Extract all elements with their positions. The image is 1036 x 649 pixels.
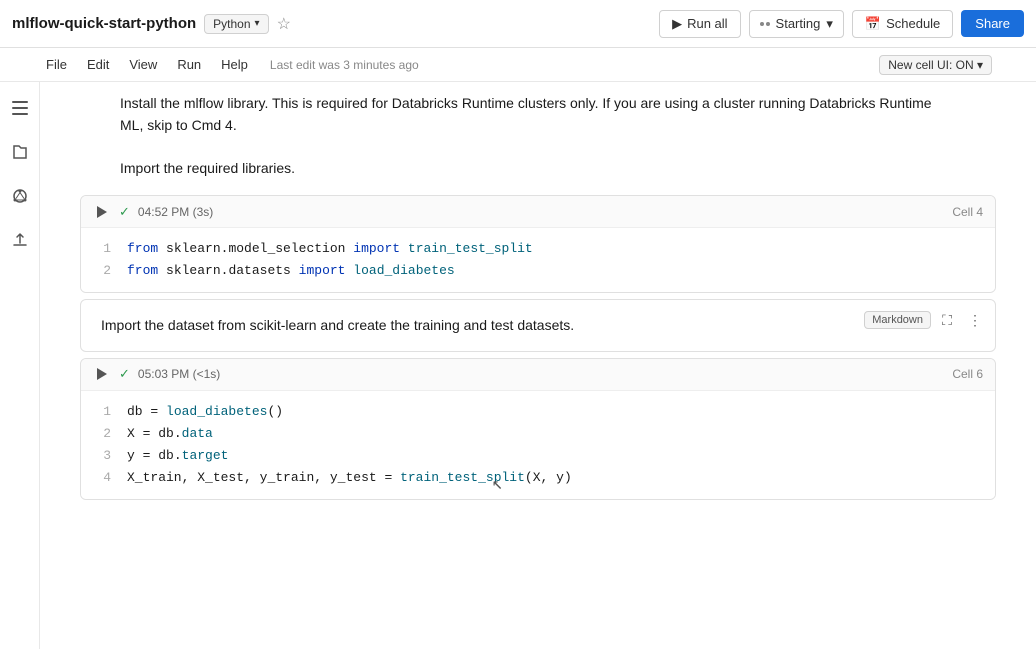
header: mlflow-quick-start-python Python ▾ ☆ ▶ R…	[0, 0, 1036, 48]
share-button[interactable]: Share	[961, 10, 1024, 37]
code-cell-6-header: ✓ 05:03 PM (<1s) Cell 6	[81, 359, 995, 391]
markdown-text: Import the dataset from scikit-learn and…	[101, 317, 574, 333]
python-label: Python	[213, 17, 250, 31]
new-cell-ui-button[interactable]: New cell UI: ON ▾	[879, 55, 992, 75]
last-edit-text: Last edit was 3 minutes ago	[270, 58, 419, 72]
notebook-area: Install the mlflow library. This is requ…	[40, 82, 1036, 649]
chevron-down-icon: ▾	[977, 58, 983, 72]
markdown-badge[interactable]: Markdown	[864, 311, 931, 329]
text-cell-1-content: Install the mlflow library. This is requ…	[120, 92, 956, 137]
text-cell-1: Install the mlflow library. This is requ…	[40, 82, 1036, 147]
menubar: File Edit View Run Help Last edit was 3 …	[0, 48, 1036, 82]
menu-view[interactable]: View	[127, 53, 159, 76]
line-1: 1 from sklearn.model_selection import tr…	[97, 238, 979, 260]
play-icon: ▶	[672, 16, 682, 32]
menubar-left: File Edit View Run Help Last edit was 3 …	[44, 53, 419, 76]
success-icon: ✓	[119, 204, 130, 220]
line-2: 2 from sklearn.datasets import load_diab…	[97, 260, 979, 282]
code-line-2: 2 X = db.data	[97, 423, 979, 445]
code-cell-6-body[interactable]: 1 db = load_diabetes() 2 X = db.data 3 y…	[81, 391, 995, 499]
chevron-down-icon: ▾	[255, 18, 260, 29]
code-line-3: 3 y = db.target	[97, 445, 979, 467]
code-line-1: 1 db = load_diabetes()	[97, 401, 979, 423]
menu-run[interactable]: Run	[175, 53, 203, 76]
run-cell-4-button[interactable]	[93, 203, 111, 221]
code-cell-4[interactable]: ✓ 04:52 PM (3s) Cell 4 1 from sklearn.mo…	[80, 195, 996, 293]
python-badge-button[interactable]: Python ▾	[204, 14, 268, 34]
more-options-icon[interactable]: ⋮	[963, 308, 987, 332]
main-layout: Install the mlflow library. This is requ…	[0, 82, 1036, 649]
starting-button[interactable]: Starting ▾	[749, 10, 844, 38]
run-all-button[interactable]: ▶ Run all	[659, 10, 740, 38]
menu-help[interactable]: Help	[219, 53, 250, 76]
cell-6-label: Cell 6	[952, 367, 983, 381]
text-cell-2: Import the required libraries.	[40, 147, 1036, 189]
sidebar-icon-network[interactable]	[6, 182, 34, 210]
markdown-cell[interactable]: Import the dataset from scikit-learn and…	[80, 299, 996, 351]
calendar-icon: 📅	[865, 16, 881, 32]
cell-4-label: Cell 4	[952, 205, 983, 219]
code-line-4: 4 X_train, X_test, y_train, y_test = tra…	[97, 467, 979, 489]
schedule-button[interactable]: 📅 Schedule	[852, 10, 953, 38]
header-actions: ▶ Run all Starting ▾ 📅 Schedule Share	[659, 10, 1024, 38]
sidebar-icon-files[interactable]	[6, 138, 34, 166]
cell-6-time: 05:03 PM (<1s)	[138, 367, 220, 381]
chevron-down-icon: ▾	[826, 16, 833, 32]
success-icon-6: ✓	[119, 366, 130, 382]
sidebar-icon-menu[interactable]	[6, 94, 34, 122]
status-dots-icon	[760, 22, 770, 26]
code-cell-6[interactable]: ✓ 05:03 PM (<1s) Cell 6 1 db = load_diab…	[80, 358, 996, 500]
markdown-cell-toolbar: Markdown ⛶ ⋮	[864, 308, 987, 332]
text-cell-2-content: Import the required libraries.	[120, 157, 956, 179]
code-cell-4-header: ✓ 04:52 PM (3s) Cell 4	[81, 196, 995, 228]
menubar-right: New cell UI: ON ▾	[879, 55, 992, 75]
notebook-title: mlflow-quick-start-python	[12, 15, 196, 32]
expand-icon[interactable]: ⛶	[935, 308, 959, 332]
code-cell-4-body[interactable]: 1 from sklearn.model_selection import tr…	[81, 228, 995, 292]
sidebar-icon-upload[interactable]	[6, 226, 34, 254]
markdown-cell-body: Import the dataset from scikit-learn and…	[81, 300, 995, 350]
menu-file[interactable]: File	[44, 53, 69, 76]
cell-4-time: 04:52 PM (3s)	[138, 205, 213, 219]
sidebar	[0, 82, 40, 649]
star-icon[interactable]: ☆	[277, 14, 291, 34]
menu-edit[interactable]: Edit	[85, 53, 111, 76]
header-left: mlflow-quick-start-python Python ▾ ☆	[12, 14, 291, 34]
run-cell-6-button[interactable]	[93, 365, 111, 383]
